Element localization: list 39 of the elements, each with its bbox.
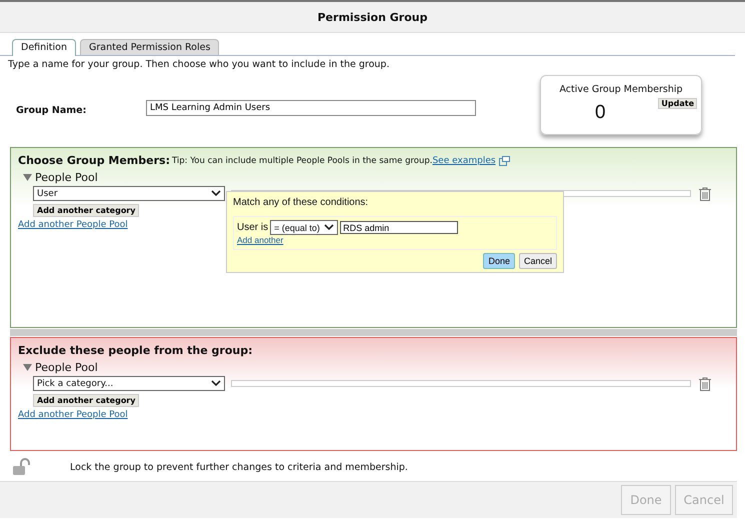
lock-text: Lock the group to prevent further changes to criteria and membership. xyxy=(70,462,408,472)
tip-text: Tip: You can include multiple People Pools in the same group. xyxy=(172,156,432,166)
add-category-button[interactable]: Add another category xyxy=(33,394,140,407)
section-heading: Choose Group Members: xyxy=(18,154,170,167)
condition-label: User is xyxy=(237,222,268,233)
add-category-button[interactable]: Add another category xyxy=(33,204,140,217)
external-link-icon xyxy=(498,156,510,166)
tab[interactable]: Granted Permission Roles xyxy=(80,39,220,55)
trash-icon[interactable] xyxy=(699,376,711,390)
condition-value-field[interactable]: RDS admin xyxy=(340,221,458,234)
member-count: 0 xyxy=(595,102,606,124)
splitter-handle[interactable] xyxy=(10,329,737,336)
see-examples-link[interactable]: See examples xyxy=(432,156,496,166)
chevron-icon xyxy=(211,190,221,197)
update-button[interactable]: Update xyxy=(658,98,697,109)
group-name-field[interactable]: LMS Learning Admin Users xyxy=(146,100,476,116)
add-another-link[interactable]: Add another xyxy=(237,235,284,245)
add-pool-link[interactable]: Add another People Pool xyxy=(18,410,128,420)
chevron-icon xyxy=(324,224,334,231)
pool-title: People Pool xyxy=(35,171,98,184)
pool-title: People Pool xyxy=(35,361,98,374)
section-heading: Exclude these people from the group: xyxy=(18,344,253,357)
popup-title: Match any of these conditions: xyxy=(233,197,370,208)
membership-title: Active Group Membership xyxy=(558,84,684,95)
group-name-label: Group Name: xyxy=(16,105,88,116)
expand-arrow-icon[interactable] xyxy=(23,364,32,371)
operator-select[interactable]: = (equal to) xyxy=(270,220,338,235)
instructions: Type a name for your group. Then choose who you want to include in the group. xyxy=(7,58,390,72)
category-select[interactable]: Pick a category... xyxy=(33,376,225,391)
category-select[interactable]: User xyxy=(33,186,225,201)
chevron-icon xyxy=(211,380,221,387)
tab[interactable]: Definition xyxy=(12,39,76,56)
add-pool-link[interactable]: Add another People Pool xyxy=(18,220,128,230)
padlock-icon[interactable] xyxy=(12,458,32,476)
trash-icon[interactable] xyxy=(699,186,711,200)
expand-arrow-icon[interactable] xyxy=(23,174,32,181)
done-button[interactable]: Done xyxy=(483,253,515,269)
window-title: Permission Group xyxy=(318,10,428,24)
cancel-button[interactable]: Cancel xyxy=(518,253,557,269)
